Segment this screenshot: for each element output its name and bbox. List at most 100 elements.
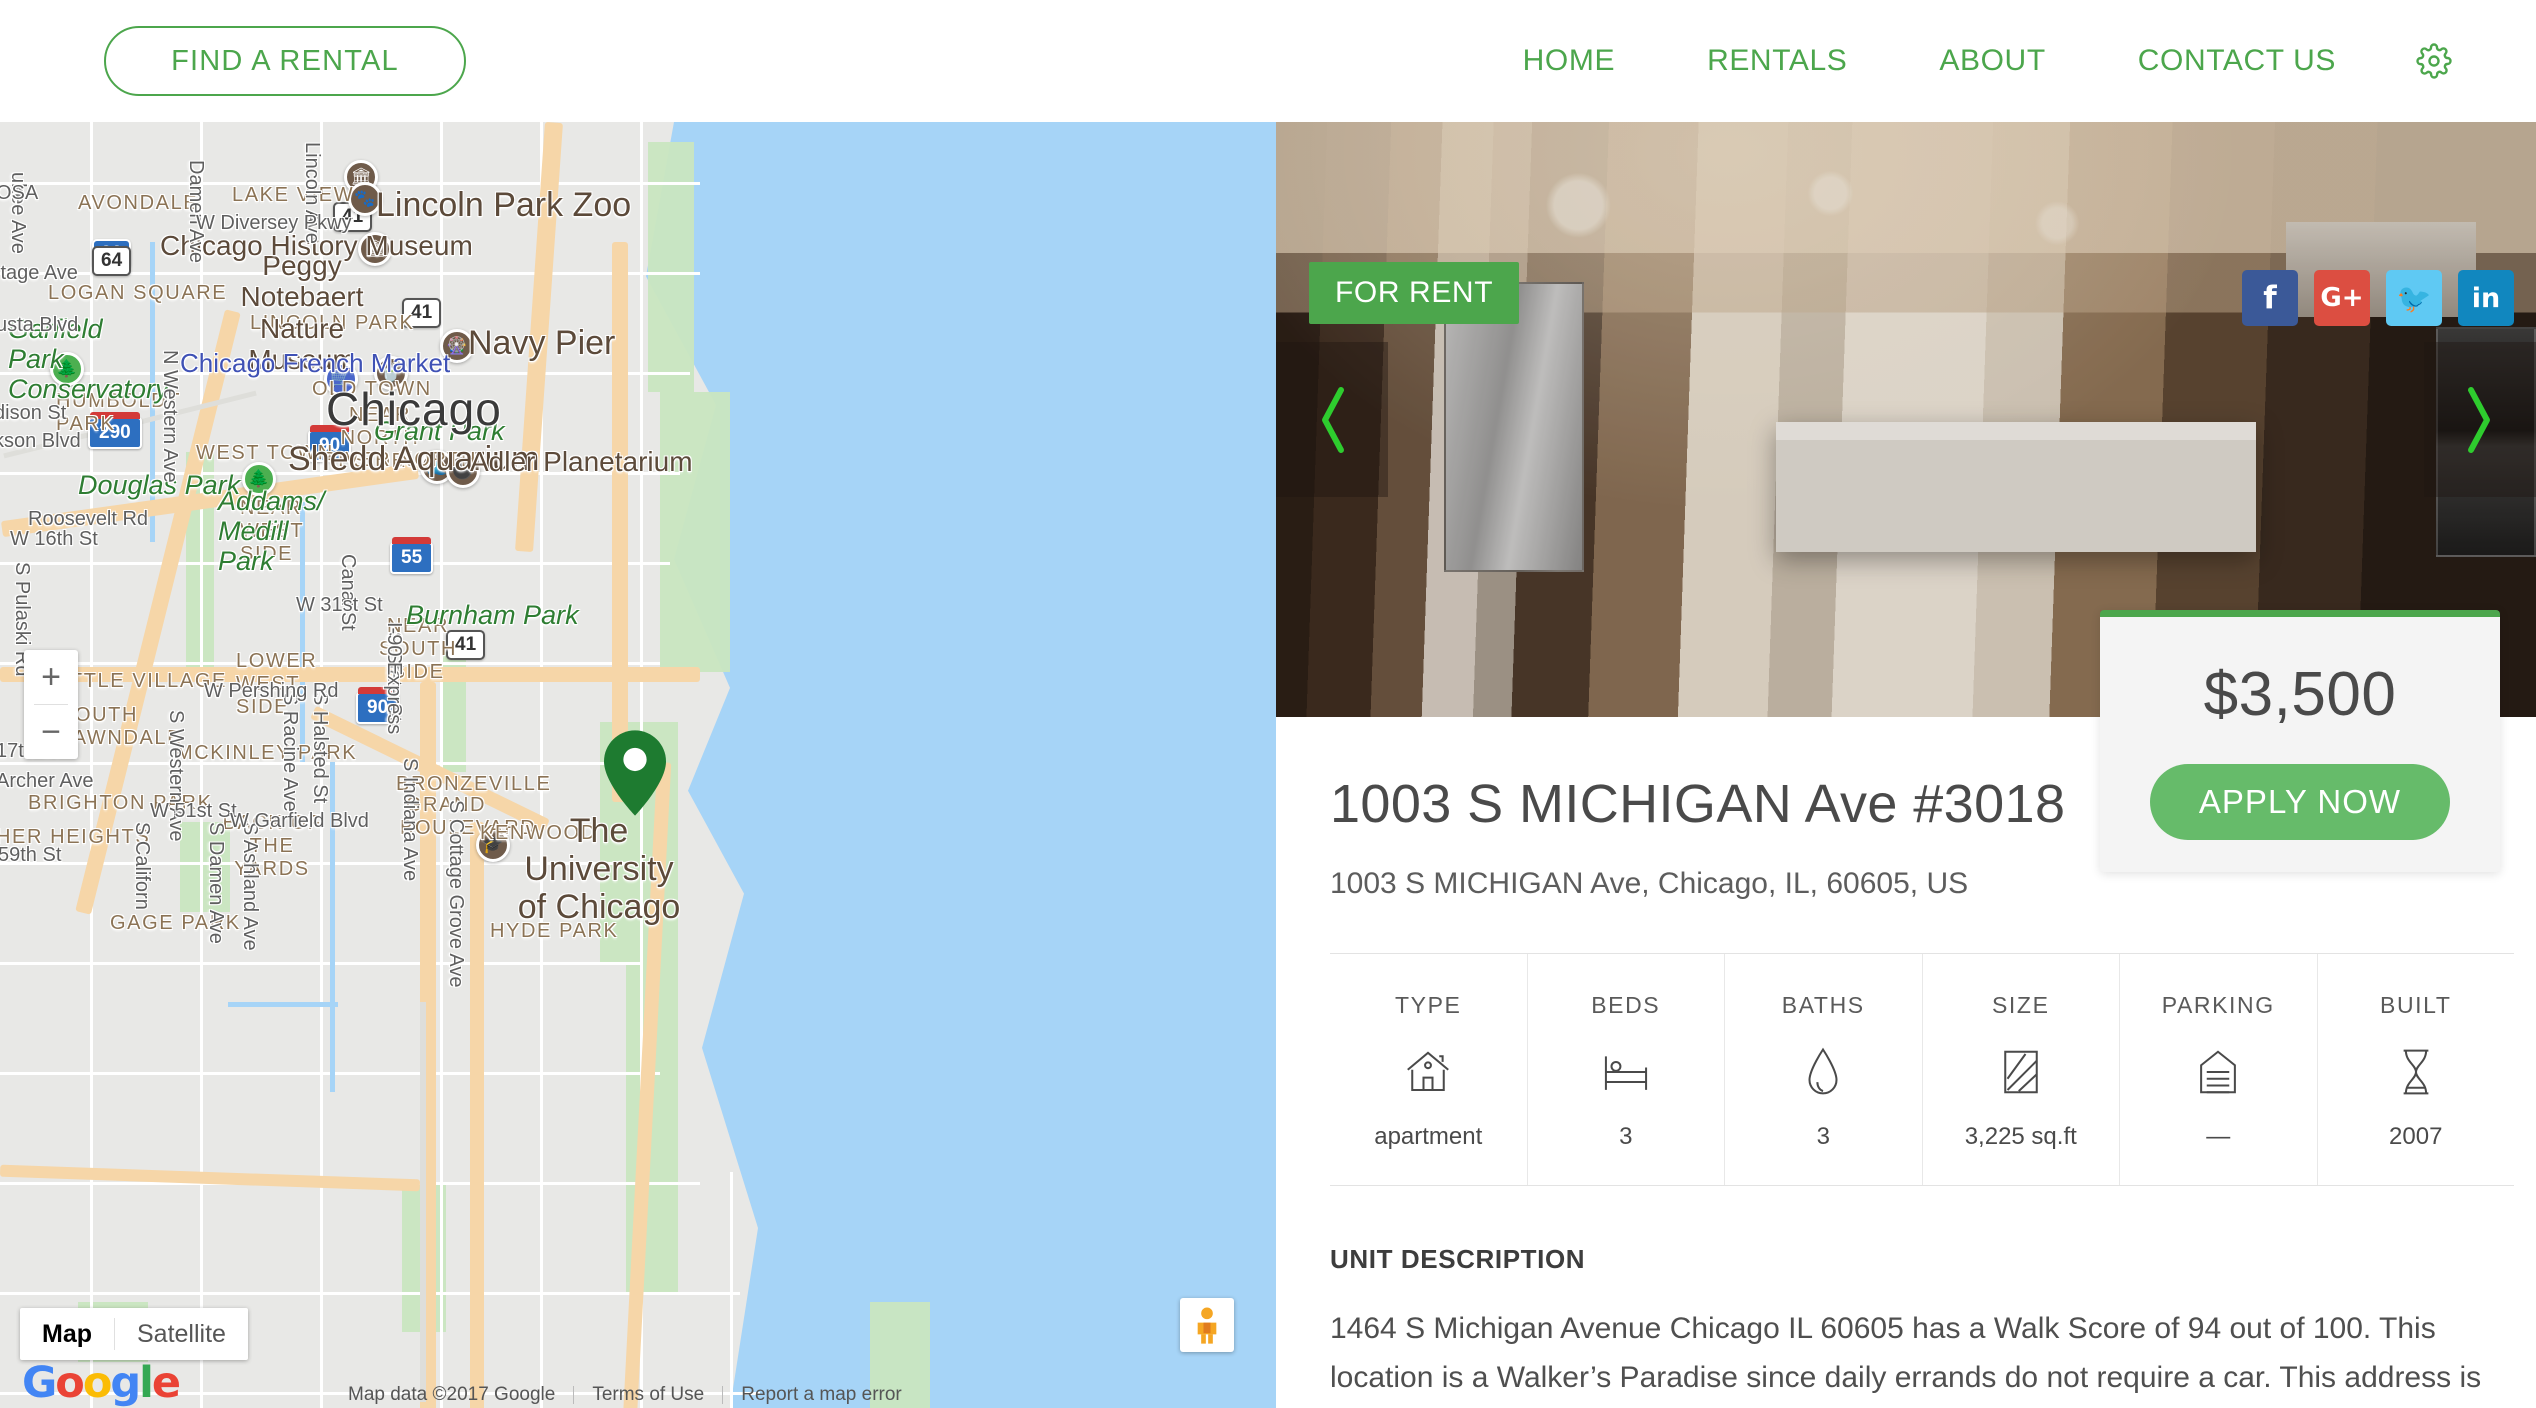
zoom-in-button[interactable]: +: [24, 650, 78, 704]
map-label-street: W 51st St: [150, 800, 237, 822]
price-card: $3,500 APPLY NOW: [2100, 610, 2500, 872]
feature-label: PARKING: [2161, 992, 2275, 1018]
map-label-poi: Lincoln Park Zoo: [376, 186, 632, 224]
map-label-neighborhood: GAGE PARK: [110, 912, 241, 934]
google-plus-icon[interactable]: G+: [2314, 270, 2370, 326]
feature-value: 3: [1619, 1123, 1633, 1150]
description-text: 1464 S Michigan Avenue Chicago IL 60605 …: [1330, 1312, 2482, 1394]
linkedin-icon[interactable]: in: [2458, 270, 2514, 326]
area-icon: [1923, 1041, 2120, 1103]
settings-button[interactable]: [2382, 43, 2476, 79]
listing-panel: FOR RENT f G+ 🐦 in $3,500 APPLY NOW 1003…: [1276, 122, 2536, 1408]
feature-value: apartment: [1374, 1123, 1483, 1150]
map-label-poi: Chicago History Museum: [160, 230, 473, 261]
property-location-marker[interactable]: [604, 730, 666, 816]
map-label-street: W Garfield Blvd: [230, 810, 369, 832]
map-label-park: Burnham Park: [406, 600, 579, 630]
map-label-street: S Racine Ave: [279, 692, 301, 812]
map-label-street: W Diversey Pkwy: [196, 212, 352, 234]
feature-size: SIZE 3,225 sq.ft: [1923, 954, 2120, 1185]
pegman-icon: [1197, 1307, 1217, 1344]
feature-label: BUILT: [2380, 992, 2452, 1018]
apply-now-label: APPLY NOW: [2198, 783, 2402, 820]
feature-value: 2007: [2389, 1123, 2443, 1150]
feature-baths: BATHS 3: [1725, 954, 1923, 1185]
feature-parking: PARKING —: [2120, 954, 2318, 1185]
feature-label: BEDS: [1591, 992, 1661, 1018]
nav-item-contact-us[interactable]: CONTACT US: [2092, 44, 2382, 78]
map-type-map[interactable]: Map: [20, 1308, 114, 1360]
map-label-neighborhood: NEAR WEST SIDE: [240, 497, 304, 565]
map-label-street: S Ashland Ave: [239, 822, 261, 951]
attribution-report[interactable]: Report a map error: [723, 1384, 920, 1406]
carousel-prev-button[interactable]: [1276, 342, 1388, 497]
find-a-rental-button[interactable]: FIND A RENTAL: [104, 26, 466, 96]
map-label-neighborhood: LINCOLN PARK: [250, 312, 415, 334]
feature-value: —: [2206, 1123, 2231, 1150]
droplet-icon: [1725, 1041, 1922, 1103]
chevron-right-icon: [2468, 386, 2490, 453]
location-map[interactable]: 41 41 41 90 64 290 90 55 90 🏛 🐾 🏛 🎡 🍵 🛒 …: [0, 122, 1276, 1408]
description-heading: UNIT DESCRIPTION: [1330, 1244, 1586, 1274]
nav-item-home[interactable]: HOME: [1477, 44, 1661, 78]
nav-item-rentals[interactable]: RENTALS: [1661, 44, 1893, 78]
interstate-shield-90: 90: [308, 425, 352, 462]
map-type-satellite[interactable]: Satellite: [115, 1308, 248, 1360]
bed-icon: [1528, 1041, 1725, 1103]
google-logo: Google: [22, 1358, 181, 1408]
garage-icon: [2120, 1041, 2317, 1103]
poi-marker[interactable]: 🎓: [476, 828, 510, 862]
nav-item-about[interactable]: ABOUT: [1893, 44, 2091, 78]
map-label-street: Archer Ave: [0, 770, 94, 792]
poi-marker[interactable]: 🏛: [358, 232, 392, 266]
poi-marker[interactable]: 🛒: [324, 362, 358, 396]
poi-marker[interactable]: 🌲: [242, 462, 276, 496]
park-area: [660, 392, 730, 672]
feature-value: 3,225 sq.ft: [1964, 1123, 2077, 1150]
poi-marker[interactable]: 🎡: [440, 329, 474, 363]
interstate-shield-55: 55: [390, 537, 434, 574]
map-label-park: Garfield Park Conservatory: [8, 314, 169, 405]
gear-icon: [2416, 43, 2452, 79]
twitter-icon[interactable]: 🐦: [2386, 270, 2442, 326]
park-area: [648, 142, 694, 392]
feature-type: TYPE apartment: [1330, 954, 1528, 1185]
map-label-street: dison St: [0, 402, 67, 424]
price-amount: $3,500: [2203, 660, 2397, 729]
feature-value: 3: [1816, 1123, 1830, 1150]
highway-shield-41b: 41: [402, 298, 442, 328]
feature-built: BUILT 2007: [2318, 954, 2515, 1185]
map-label-neighborhood: AVONDALE: [78, 192, 199, 214]
map-type-toggle[interactable]: Map Satellite: [20, 1308, 248, 1360]
status-badge: FOR RENT: [1309, 262, 1520, 324]
highway-shield-41c: 41: [446, 630, 486, 660]
interstate-shield-90b: 90: [356, 687, 400, 724]
map-label-street: S Californ: [131, 822, 153, 910]
map-zoom-controls[interactable]: + −: [24, 650, 78, 759]
zoom-out-button[interactable]: −: [24, 705, 78, 759]
poi-marker[interactable]: 🐾: [348, 182, 382, 216]
poi-marker[interactable]: 🍵: [374, 356, 408, 390]
find-a-rental-label: FIND A RENTAL: [171, 44, 399, 77]
map-label-street: W Pershing Rd: [204, 680, 339, 702]
map-label-street: OSA: [0, 182, 39, 204]
listing-address: 1003 S MICHIGAN Ave, Chicago, IL, 60605,…: [1330, 867, 1969, 900]
facebook-icon[interactable]: f: [2242, 270, 2298, 326]
feature-beds: BEDS 3: [1528, 954, 1725, 1185]
feature-label: BATHS: [1781, 992, 1865, 1018]
map-label-street: W 31st St: [296, 594, 383, 616]
map-label-street: S Cottage Grove Ave: [445, 800, 467, 988]
hourglass-icon: [2318, 1041, 2515, 1103]
house-icon: [1330, 1041, 1527, 1103]
street-view-pegman-button[interactable]: [1180, 1298, 1234, 1352]
apply-now-button[interactable]: APPLY NOW: [2150, 764, 2450, 840]
attribution-terms[interactable]: Terms of Use: [574, 1384, 722, 1406]
main-navigation: HOME RENTALS ABOUT CONTACT US: [1477, 0, 2476, 122]
poi-marker[interactable]: ⚫: [446, 454, 480, 488]
carousel-next-button[interactable]: [2424, 342, 2536, 497]
poi-marker[interactable]: 🌲: [50, 352, 84, 386]
chevron-left-icon: [1322, 386, 1344, 453]
highway-shield-64: 64: [92, 246, 132, 276]
map-attribution: Map data ©2017 Google Terms of Use Repor…: [330, 1384, 920, 1406]
map-label-street: usta Blvd: [0, 314, 79, 336]
